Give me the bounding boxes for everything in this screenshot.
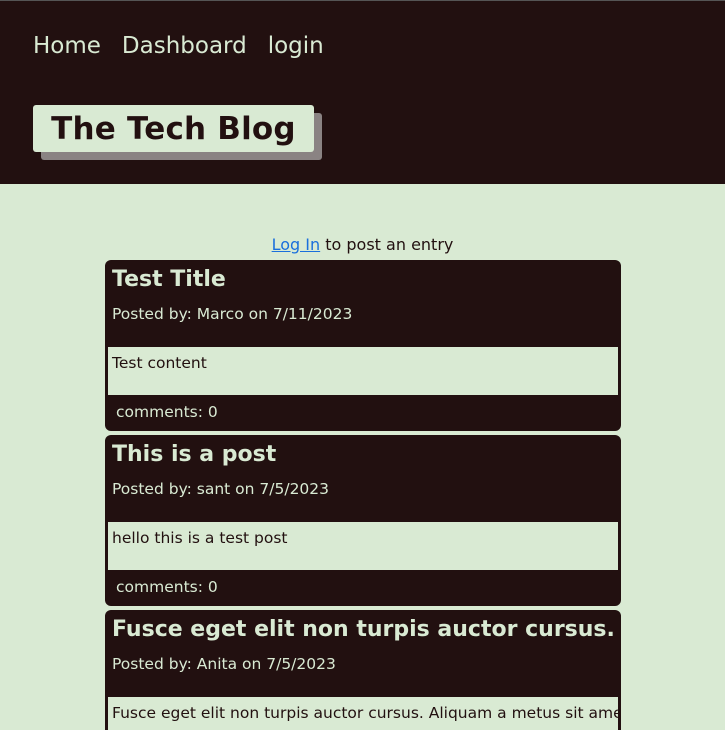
login-link[interactable]: Log In: [272, 235, 321, 254]
main-nav: Home Dashboard login: [33, 31, 324, 61]
post-meta: Posted by: sant on 7/5/2023: [112, 480, 330, 498]
post-content: hello this is a test post: [108, 522, 618, 570]
post-card[interactable]: This is a post Posted by: sant on 7/5/20…: [105, 435, 621, 606]
post-card[interactable]: Test Title Posted by: Marco on 7/11/2023…: [105, 260, 621, 431]
post-comment-count: comments: 0: [116, 403, 218, 421]
login-hint: Log In to post an entry: [0, 235, 725, 254]
post-title[interactable]: This is a post: [112, 442, 276, 467]
post-content: Fusce eget elit non turpis auctor cursus…: [108, 697, 618, 730]
post-meta: Posted by: Marco on 7/11/2023: [112, 305, 353, 323]
login-hint-text: to post an entry: [320, 235, 454, 254]
post-title[interactable]: Fusce eget elit non turpis auctor cursus…: [112, 617, 615, 642]
nav-dashboard-link[interactable]: Dashboard: [122, 31, 247, 61]
post-card[interactable]: Fusce eget elit non turpis auctor cursus…: [105, 610, 621, 730]
site-title-container: The Tech Blog: [33, 105, 322, 160]
post-meta: Posted by: Anita on 7/5/2023: [112, 655, 336, 673]
post-comment-count: comments: 0: [116, 578, 218, 596]
site-title: The Tech Blog: [51, 110, 296, 147]
site-title-box: The Tech Blog: [33, 105, 314, 152]
nav-login-link[interactable]: login: [268, 31, 324, 61]
post-title[interactable]: Test Title: [112, 267, 226, 292]
nav-home-link[interactable]: Home: [33, 31, 101, 61]
site-header: Home Dashboard login The Tech Blog: [0, 0, 725, 184]
post-content: Test content: [108, 347, 618, 395]
